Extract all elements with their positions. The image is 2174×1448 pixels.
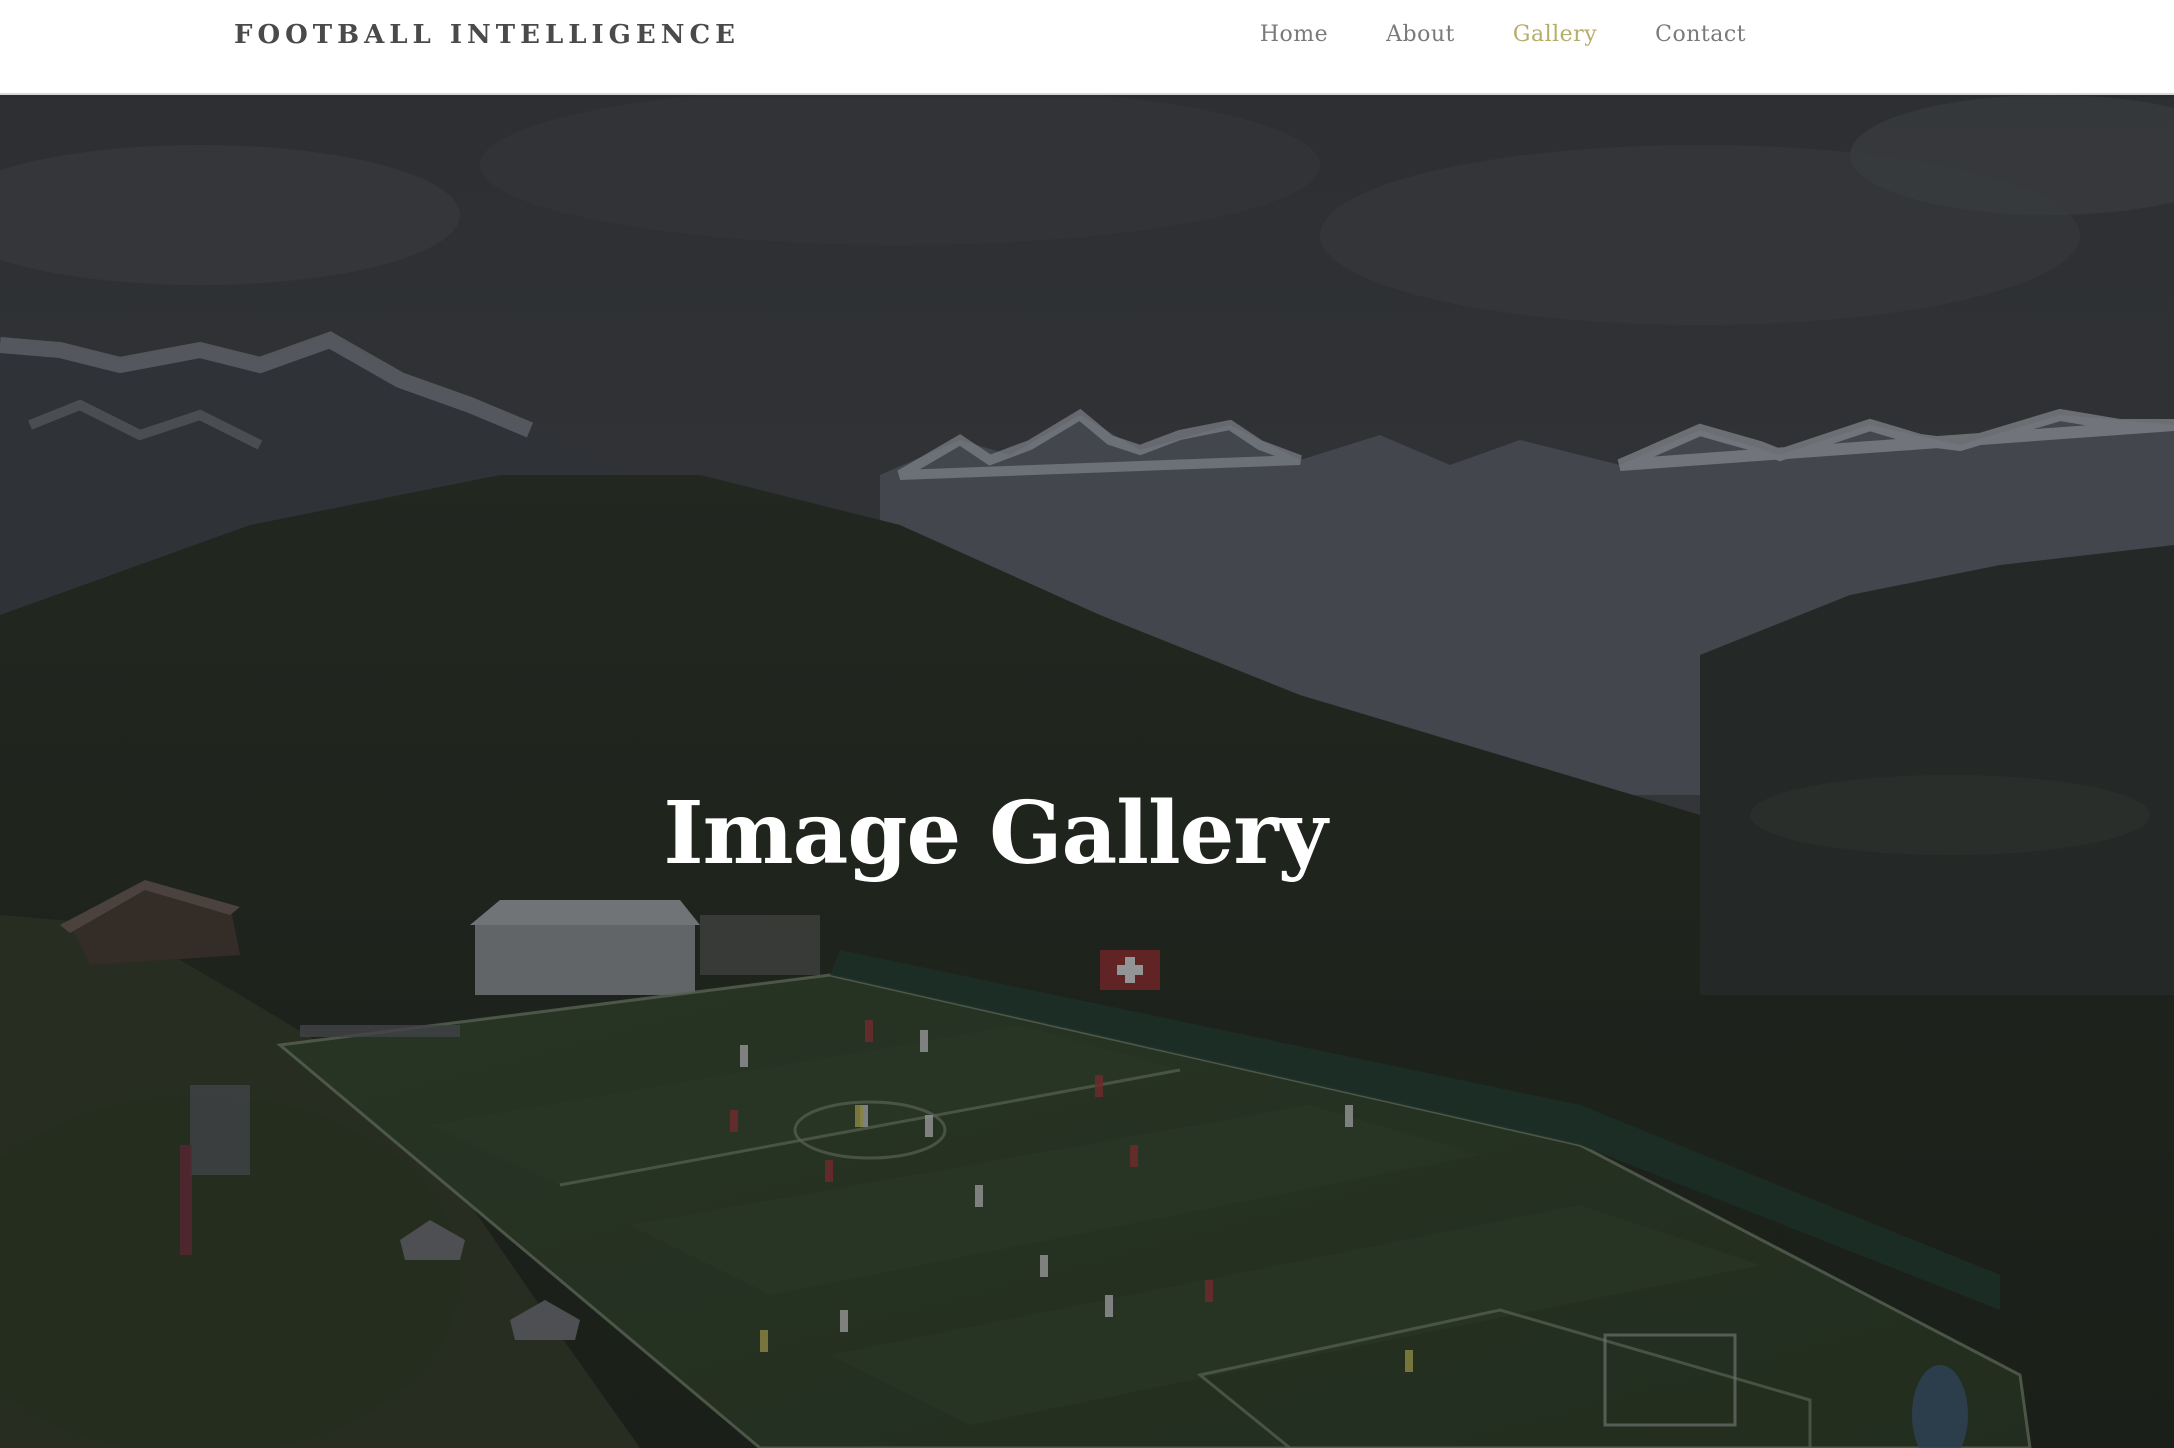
- top-navbar: FOOTBALL INTELLIGENCE Home About Gallery…: [0, 0, 2174, 95]
- hero-section: Image Gallery: [0, 95, 2174, 1448]
- main-nav: Home About Gallery Contact: [1202, 22, 1746, 47]
- nav-item-gallery[interactable]: Gallery: [1513, 22, 1597, 47]
- nav-item-contact[interactable]: Contact: [1655, 22, 1746, 47]
- hero-background-image: [0, 95, 2174, 1448]
- nav-item-home[interactable]: Home: [1260, 22, 1328, 47]
- nav-item-about[interactable]: About: [1386, 22, 1455, 47]
- hero-title: Image Gallery: [663, 783, 1327, 884]
- site-brand-logo[interactable]: FOOTBALL INTELLIGENCE: [234, 20, 740, 50]
